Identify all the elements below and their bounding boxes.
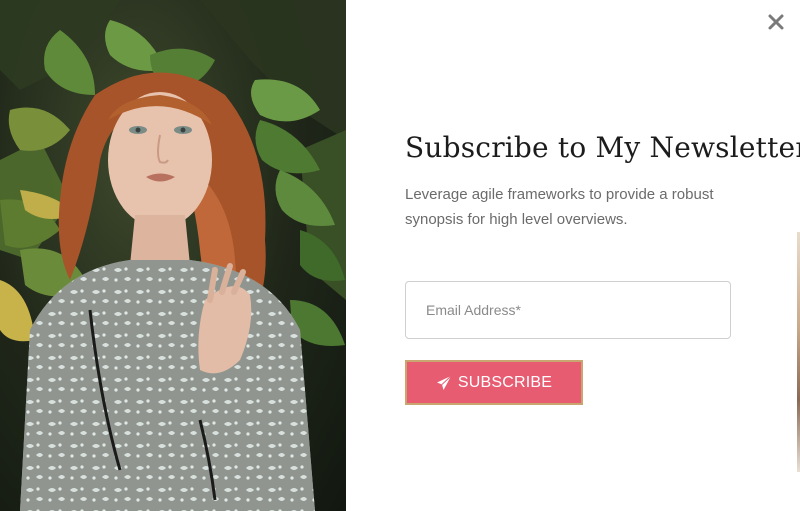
close-icon [768,14,784,30]
hero-photo [0,0,346,511]
paper-plane-icon [436,375,452,390]
close-button[interactable] [764,10,788,34]
modal-title: Subscribe to My Newsletter [405,131,800,164]
subscribe-button[interactable]: SUBSCRIBE [405,360,583,405]
subscribe-label: SUBSCRIBE [457,373,553,391]
email-input[interactable] [405,281,731,339]
newsletter-modal: Subscribe to My Newsletter Leverage agil… [0,0,800,511]
hero-photo-illustration [0,0,346,511]
newsletter-content: Subscribe to My Newsletter Leverage agil… [405,128,800,232]
modal-description: Leverage agile frameworks to provide a r… [405,186,714,228]
